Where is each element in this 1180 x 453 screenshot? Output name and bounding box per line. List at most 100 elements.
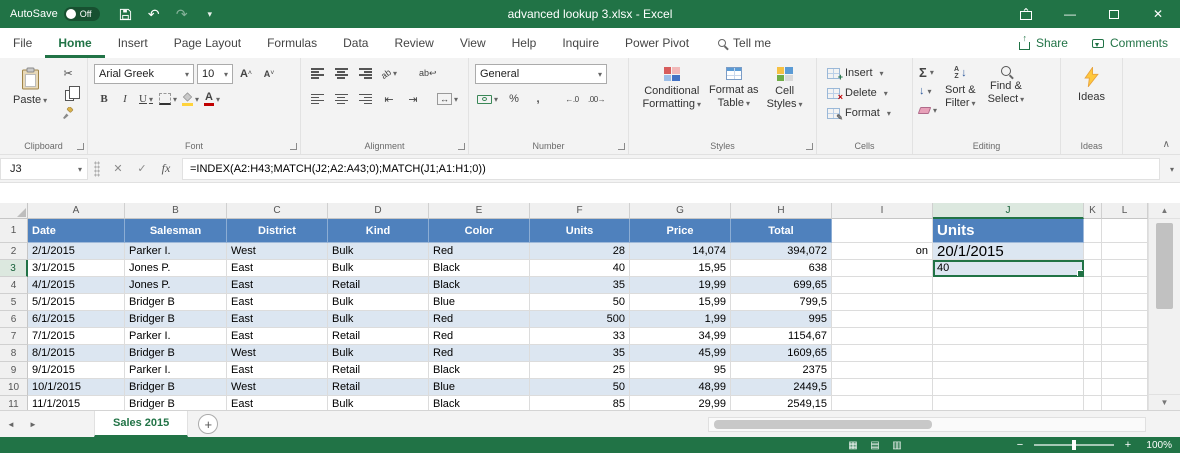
cell-D8[interactable]: Bulk	[328, 345, 429, 362]
vertical-scrollbar-thumb[interactable]	[1156, 223, 1173, 309]
column-header-L[interactable]: L	[1102, 203, 1148, 219]
cell-F10[interactable]: 50	[530, 379, 630, 396]
cell-I2[interactable]: on	[832, 243, 933, 260]
row-header-1[interactable]: 1	[0, 219, 28, 243]
zoom-level[interactable]: 100%	[1142, 440, 1172, 451]
cell-A4[interactable]: 4/1/2015	[28, 277, 125, 294]
row-header-11[interactable]: 11	[0, 396, 28, 410]
delete-cells-button[interactable]: × Delete	[827, 83, 888, 103]
tab-data[interactable]: Data	[330, 28, 381, 58]
page-break-view-button[interactable]: ▥	[888, 440, 906, 451]
ideas-button[interactable]: Ideas	[1071, 63, 1112, 137]
sort-filter-button[interactable]: AZ ↓ Sort & Filter	[941, 63, 980, 137]
cancel-button[interactable]: ✕	[106, 158, 130, 180]
cell-D1[interactable]: Kind	[328, 219, 429, 243]
cell-F4[interactable]: 35	[530, 277, 630, 294]
cell-D2[interactable]: Bulk	[328, 243, 429, 260]
merge-center-button[interactable]: ↔	[435, 89, 460, 109]
cell-L10[interactable]	[1102, 379, 1148, 396]
new-sheet-button[interactable]: +	[198, 414, 219, 434]
cell-A11[interactable]: 11/1/2015	[28, 396, 125, 410]
increase-font-button[interactable]: A ˄	[236, 64, 256, 84]
cell-D4[interactable]: Retail	[328, 277, 429, 294]
cell-F8[interactable]: 35	[530, 345, 630, 362]
column-header-C[interactable]: C	[227, 203, 328, 219]
insert-function-button[interactable]: fx	[154, 158, 178, 180]
cell-G9[interactable]: 95	[630, 362, 731, 379]
cell-C1[interactable]: District	[227, 219, 328, 243]
cell-L11[interactable]	[1102, 396, 1148, 410]
scroll-up-icon[interactable]: ▲	[1149, 203, 1180, 219]
formula-input[interactable]: =INDEX(A2:H43;MATCH(J2;A2:A43;0);MATCH(J…	[182, 157, 1160, 180]
column-header-K[interactable]: K	[1084, 203, 1102, 219]
ribbon-display-options-button[interactable]	[1004, 0, 1048, 28]
cell-L1[interactable]	[1102, 219, 1148, 243]
cell-L7[interactable]	[1102, 328, 1148, 345]
cell-C6[interactable]: East	[227, 311, 328, 328]
orientation-button[interactable]: ab	[379, 64, 399, 84]
cell-F7[interactable]: 33	[530, 328, 630, 345]
cell-I4[interactable]	[832, 277, 933, 294]
cell-G11[interactable]: 29,99	[630, 396, 731, 410]
cell-I11[interactable]	[832, 396, 933, 410]
cell-B6[interactable]: Bridger B	[125, 311, 227, 328]
cell-B3[interactable]: Jones P.	[125, 260, 227, 277]
cell-I9[interactable]	[832, 362, 933, 379]
cell-K10[interactable]	[1084, 379, 1102, 396]
cell-F6[interactable]: 500	[530, 311, 630, 328]
tell-me-box[interactable]: Tell me	[718, 28, 771, 58]
cell-I1[interactable]	[832, 219, 933, 243]
center-button[interactable]	[331, 89, 351, 109]
cell-C8[interactable]: West	[227, 345, 328, 362]
sheet-tab-sales-2015[interactable]: Sales 2015	[94, 411, 189, 437]
enter-button[interactable]: ✓	[130, 158, 154, 180]
cell-K4[interactable]	[1084, 277, 1102, 294]
cell-E10[interactable]: Blue	[429, 379, 530, 396]
cell-G6[interactable]: 1,99	[630, 311, 731, 328]
cell-L4[interactable]	[1102, 277, 1148, 294]
cell-A5[interactable]: 5/1/2015	[28, 294, 125, 311]
cell-B7[interactable]: Parker I.	[125, 328, 227, 345]
cell-D9[interactable]: Retail	[328, 362, 429, 379]
undo-button[interactable]: ↶	[142, 2, 166, 26]
cell-J1[interactable]: Units	[933, 219, 1084, 243]
tab-file[interactable]: File	[0, 28, 45, 58]
cell-I5[interactable]	[832, 294, 933, 311]
cell-A7[interactable]: 7/1/2015	[28, 328, 125, 345]
tab-power-pivot[interactable]: Power Pivot	[612, 28, 702, 58]
cell-H1[interactable]: Total	[731, 219, 832, 243]
cell-B10[interactable]: Bridger B	[125, 379, 227, 396]
cell-A3[interactable]: 3/1/2015	[28, 260, 125, 277]
cell-F5[interactable]: 50	[530, 294, 630, 311]
horizontal-scrollbar[interactable]	[708, 417, 1146, 432]
column-header-F[interactable]: F	[530, 203, 630, 219]
cell-B5[interactable]: Bridger B	[125, 294, 227, 311]
cell-F11[interactable]: 85	[530, 396, 630, 410]
cell-H7[interactable]: 1154,67	[731, 328, 832, 345]
column-header-E[interactable]: E	[429, 203, 530, 219]
cell-G1[interactable]: Price	[630, 219, 731, 243]
cell-I10[interactable]	[832, 379, 933, 396]
top-align-button[interactable]	[307, 64, 327, 84]
zoom-slider-thumb[interactable]	[1072, 440, 1076, 450]
maximize-button[interactable]	[1092, 0, 1136, 28]
bottom-align-button[interactable]	[355, 64, 375, 84]
cell-E3[interactable]: Black	[429, 260, 530, 277]
cell-K1[interactable]	[1084, 219, 1102, 243]
cell-B9[interactable]: Parker I.	[125, 362, 227, 379]
cell-H3[interactable]: 638	[731, 260, 832, 277]
cell-D11[interactable]: Bulk	[328, 396, 429, 410]
cell-F3[interactable]: 40	[530, 260, 630, 277]
cell-J6[interactable]	[933, 311, 1084, 328]
cell-E5[interactable]: Blue	[429, 294, 530, 311]
paste-button[interactable]: Paste	[6, 63, 54, 137]
copy-button[interactable]	[58, 83, 80, 103]
expand-formula-bar-button[interactable]	[1162, 164, 1180, 174]
row-header-8[interactable]: 8	[0, 345, 28, 362]
cell-H10[interactable]: 2449,5	[731, 379, 832, 396]
font-size-combo[interactable]: 10	[197, 63, 233, 84]
cell-E4[interactable]: Black	[429, 277, 530, 294]
cell-A6[interactable]: 6/1/2015	[28, 311, 125, 328]
cell-B4[interactable]: Jones P.	[125, 277, 227, 294]
share-button[interactable]: Share	[1007, 28, 1080, 58]
